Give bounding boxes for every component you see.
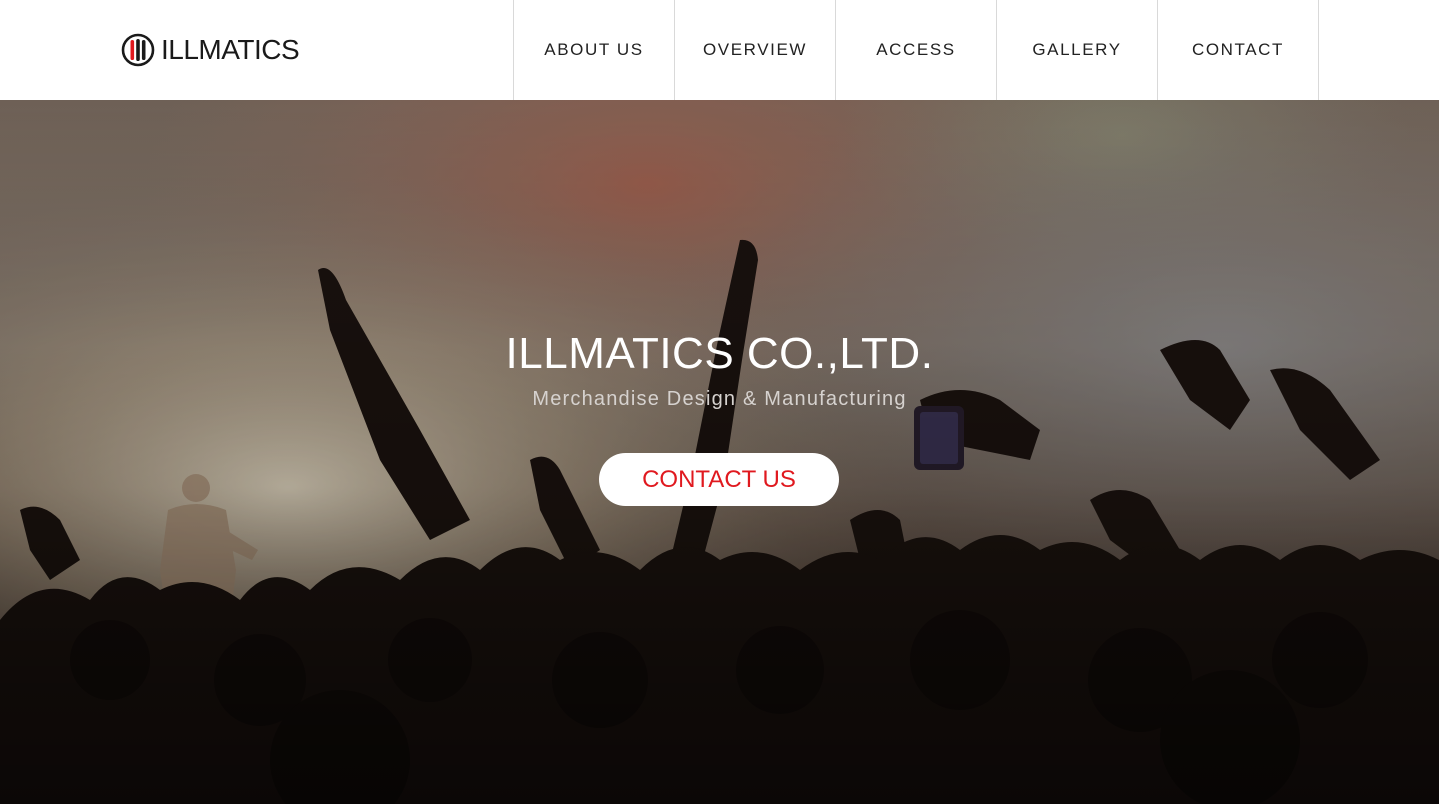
- nav-gallery[interactable]: GALLERY: [997, 0, 1158, 100]
- hero-subtitle: Merchandise Design & Manufacturing: [532, 388, 907, 410]
- hero-title: ILLMATICS CO.,LTD.: [505, 329, 934, 378]
- site-header: ILLMATICS ABOUT US OVERVIEW ACCESS GALLE…: [0, 0, 1439, 100]
- logo-text: ILLMATICS: [161, 34, 300, 65]
- nav-contact[interactable]: CONTACT: [1158, 0, 1319, 100]
- hero-content: ILLMATICS CO.,LTD. Merchandise Design & …: [0, 100, 1439, 804]
- hero-section: ILLMATICS CO.,LTD. Merchandise Design & …: [0, 100, 1439, 804]
- site-logo[interactable]: ILLMATICS: [121, 32, 300, 68]
- nav-about-us[interactable]: ABOUT US: [514, 0, 675, 100]
- logo-mark-icon: [121, 33, 155, 67]
- main-nav: ABOUT US OVERVIEW ACCESS GALLERY CONTACT: [513, 0, 1319, 100]
- nav-overview[interactable]: OVERVIEW: [675, 0, 836, 100]
- contact-us-button[interactable]: CONTACT US: [599, 453, 839, 506]
- nav-access[interactable]: ACCESS: [836, 0, 997, 100]
